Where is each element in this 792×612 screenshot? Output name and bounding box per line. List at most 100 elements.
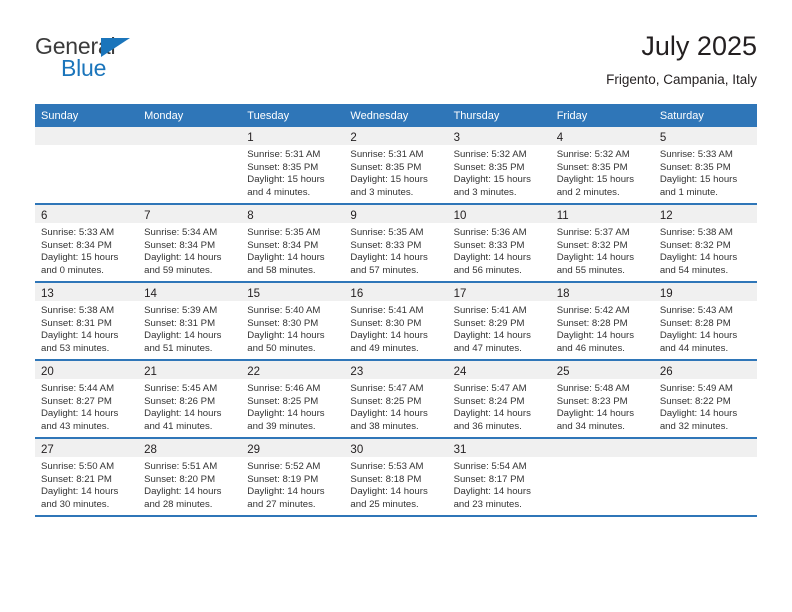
calendar-day-cell[interactable]: 5 Sunrise: 5:33 AM Sunset: 8:35 PM Daylight… xyxy=(653,127,757,205)
daylight-text-line2: and 3 minutes. xyxy=(350,186,414,198)
day-cell-inner: 22 Sunrise: 5:46 AM Sunset: 8:25 PM Dayligh… xyxy=(241,361,345,437)
day-number-band: 26 xyxy=(653,361,757,379)
calendar-day-cell[interactable]: 31 Sunrise: 5:54 AM Sunset: 8:17 PM Dayligh… xyxy=(447,438,551,517)
day-cell-inner: 28 Sunrise: 5:51 AM Sunset: 8:20 PM Dayligh… xyxy=(138,439,242,515)
calendar-day-cell[interactable]: 8 Sunrise: 5:35 AM Sunset: 8:34 PM Daylight… xyxy=(241,204,345,283)
calendar-day-cell[interactable]: 11 Sunrise: 5:37 AM Sunset: 8:32 PM Dayligh… xyxy=(550,204,654,283)
sunrise-text: Sunrise: 5:42 AM xyxy=(556,305,630,316)
day-number: 4 xyxy=(556,132,564,144)
daylight-text-line1: Daylight: 14 hours xyxy=(144,252,222,264)
calendar-day-cell[interactable]: 9 Sunrise: 5:35 AM Sunset: 8:33 PM Daylight… xyxy=(344,204,448,283)
day-number: 11 xyxy=(556,210,569,222)
calendar-day-cell[interactable]: 25 Sunrise: 5:48 AM Sunset: 8:23 PM Dayligh… xyxy=(550,360,654,439)
day-number-band: 5 xyxy=(653,127,757,145)
sunrise-text: Sunrise: 5:46 AM xyxy=(247,383,321,394)
calendar-day-cell[interactable]: 12 Sunrise: 5:38 AM Sunset: 8:32 PM Dayligh… xyxy=(653,204,757,283)
daylight-text-line1: Daylight: 15 hours xyxy=(247,174,325,186)
daylight-text-line2: and 50 minutes. xyxy=(247,342,316,354)
daylight-text-line1: Daylight: 14 hours xyxy=(144,330,222,342)
daylight-text-line1: Daylight: 14 hours xyxy=(350,252,428,264)
day-number-band xyxy=(550,439,654,457)
daylight-text-line1: Daylight: 14 hours xyxy=(41,330,119,342)
sunset-text: Sunset: 8:20 PM xyxy=(144,473,216,485)
sunset-text: Sunset: 8:34 PM xyxy=(144,239,216,251)
day-number: 18 xyxy=(556,288,570,300)
day-cell-details: Sunrise: 5:34 AM Sunset: 8:34 PM Daylight:… xyxy=(138,223,241,277)
sunset-text: Sunset: 8:35 PM xyxy=(453,161,525,173)
daylight-text-line2: and 47 minutes. xyxy=(453,342,522,354)
day-number-band: 15 xyxy=(241,283,345,301)
daylight-text-line1: Daylight: 15 hours xyxy=(453,174,531,186)
calendar-day-cell-empty xyxy=(653,438,757,517)
daylight-text-line2: and 34 minutes. xyxy=(556,420,625,432)
calendar-day-cell[interactable]: 6 Sunrise: 5:33 AM Sunset: 8:34 PM Daylight… xyxy=(35,204,139,283)
calendar-day-cell[interactable]: 13 Sunrise: 5:38 AM Sunset: 8:31 PM Dayligh… xyxy=(35,282,139,361)
calendar-day-cell[interactable]: 28 Sunrise: 5:51 AM Sunset: 8:20 PM Dayligh… xyxy=(138,438,242,517)
day-cell-details: Sunrise: 5:41 AM Sunset: 8:30 PM Daylight:… xyxy=(344,301,447,355)
day-number-band: 6 xyxy=(35,205,139,223)
calendar-day-cell[interactable]: 4 Sunrise: 5:32 AM Sunset: 8:35 PM Daylight… xyxy=(550,127,654,205)
calendar-day-cell[interactable]: 15 Sunrise: 5:40 AM Sunset: 8:30 PM Dayligh… xyxy=(241,282,345,361)
day-cell-inner: 30 Sunrise: 5:53 AM Sunset: 8:18 PM Dayligh… xyxy=(344,439,448,515)
sunrise-text: Sunrise: 5:52 AM xyxy=(247,461,321,472)
daylight-text-line2: and 23 minutes. xyxy=(453,498,522,510)
logo-text-blue: Blue xyxy=(61,55,107,81)
weekday-header-thursday: Thursday xyxy=(447,104,551,127)
sunrise-text: Sunrise: 5:41 AM xyxy=(453,305,527,316)
calendar-day-cell[interactable]: 23 Sunrise: 5:47 AM Sunset: 8:25 PM Dayligh… xyxy=(344,360,448,439)
day-number: 21 xyxy=(144,366,157,378)
calendar-day-cell[interactable]: 22 Sunrise: 5:46 AM Sunset: 8:25 PM Dayligh… xyxy=(241,360,345,439)
calendar-day-cell[interactable]: 14 Sunrise: 5:39 AM Sunset: 8:31 PM Dayligh… xyxy=(138,282,242,361)
calendar-day-cell[interactable]: 26 Sunrise: 5:49 AM Sunset: 8:22 PM Dayligh… xyxy=(653,360,757,439)
daylight-text-line2: and 0 minutes. xyxy=(41,264,104,276)
calendar-day-cell[interactable]: 17 Sunrise: 5:41 AM Sunset: 8:29 PM Dayligh… xyxy=(447,282,551,361)
day-cell-details: Sunrise: 5:47 AM Sunset: 8:24 PM Daylight:… xyxy=(448,379,551,433)
daylight-text-line2: and 46 minutes. xyxy=(556,342,625,354)
daylight-text-line2: and 39 minutes. xyxy=(247,420,316,432)
sunrise-text: Sunrise: 5:34 AM xyxy=(144,227,218,238)
day-number: 8 xyxy=(247,210,254,222)
general-blue-logo[interactable]: General Blue xyxy=(35,35,215,91)
day-number: 6 xyxy=(41,210,48,222)
day-cell-inner: 26 Sunrise: 5:49 AM Sunset: 8:22 PM Dayligh… xyxy=(653,361,757,437)
sunset-text: Sunset: 8:22 PM xyxy=(659,395,731,407)
day-number: 26 xyxy=(659,366,673,378)
day-number-band: 24 xyxy=(447,361,551,379)
day-number-band: 12 xyxy=(653,205,757,223)
day-cell-inner: 24 Sunrise: 5:47 AM Sunset: 8:24 PM Dayligh… xyxy=(447,361,551,437)
calendar-day-cell[interactable]: 24 Sunrise: 5:47 AM Sunset: 8:24 PM Dayligh… xyxy=(447,360,551,439)
day-cell-inner: 4 Sunrise: 5:32 AM Sunset: 8:35 PM Daylight… xyxy=(550,127,654,203)
sunset-text: Sunset: 8:29 PM xyxy=(453,317,525,329)
calendar-day-cell[interactable]: 20 Sunrise: 5:44 AM Sunset: 8:27 PM Dayligh… xyxy=(35,360,139,439)
page-subtitle: Frigento, Campania, Italy xyxy=(606,72,757,87)
sunrise-text: Sunrise: 5:36 AM xyxy=(453,227,527,238)
day-number-band: 1 xyxy=(241,127,345,145)
sunrise-text: Sunrise: 5:39 AM xyxy=(144,305,218,316)
calendar-day-cell[interactable]: 27 Sunrise: 5:50 AM Sunset: 8:21 PM Dayligh… xyxy=(35,438,139,517)
daylight-text-line2: and 25 minutes. xyxy=(350,498,419,510)
day-number: 9 xyxy=(350,210,357,222)
calendar-day-cell[interactable]: 1 Sunrise: 5:31 AM Sunset: 8:35 PM Daylight… xyxy=(241,127,345,205)
calendar-day-cell[interactable]: 2 Sunrise: 5:31 AM Sunset: 8:35 PM Daylight… xyxy=(344,127,448,205)
day-number: 24 xyxy=(453,366,467,378)
calendar-day-cell[interactable]: 30 Sunrise: 5:53 AM Sunset: 8:18 PM Dayligh… xyxy=(344,438,448,517)
calendar-day-cell[interactable]: 29 Sunrise: 5:52 AM Sunset: 8:19 PM Dayligh… xyxy=(241,438,345,517)
calendar-day-cell[interactable]: 18 Sunrise: 5:42 AM Sunset: 8:28 PM Dayligh… xyxy=(550,282,654,361)
day-cell-details: Sunrise: 5:50 AM Sunset: 8:21 PM Daylight:… xyxy=(35,457,138,511)
logo-triangle-icon xyxy=(101,38,130,57)
calendar-day-cell[interactable]: 16 Sunrise: 5:41 AM Sunset: 8:30 PM Dayligh… xyxy=(344,282,448,361)
calendar-day-cell[interactable]: 21 Sunrise: 5:45 AM Sunset: 8:26 PM Dayligh… xyxy=(138,360,242,439)
day-number-band: 30 xyxy=(344,439,448,457)
day-number: 3 xyxy=(453,132,460,144)
calendar-day-cell[interactable]: 10 Sunrise: 5:36 AM Sunset: 8:33 PM Dayligh… xyxy=(447,204,551,283)
day-cell-inner: 18 Sunrise: 5:42 AM Sunset: 8:28 PM Dayligh… xyxy=(550,283,654,359)
day-number: 5 xyxy=(659,132,667,144)
day-cell-inner: 8 Sunrise: 5:35 AM Sunset: 8:34 PM Daylight… xyxy=(241,205,345,281)
day-cell-details: Sunrise: 5:40 AM Sunset: 8:30 PM Daylight:… xyxy=(241,301,344,355)
calendar-day-cell[interactable]: 3 Sunrise: 5:32 AM Sunset: 8:35 PM Daylight… xyxy=(447,127,551,205)
day-cell-inner: 2 Sunrise: 5:31 AM Sunset: 8:35 PM Daylight… xyxy=(344,127,448,203)
day-cell-inner: 15 Sunrise: 5:40 AM Sunset: 8:30 PM Dayligh… xyxy=(241,283,345,359)
daylight-text-line2: and 49 minutes. xyxy=(350,342,419,354)
calendar-day-cell[interactable]: 7 Sunrise: 5:34 AM Sunset: 8:34 PM Daylight… xyxy=(138,204,242,283)
calendar-day-cell[interactable]: 19 Sunrise: 5:43 AM Sunset: 8:28 PM Dayligh… xyxy=(653,282,757,361)
